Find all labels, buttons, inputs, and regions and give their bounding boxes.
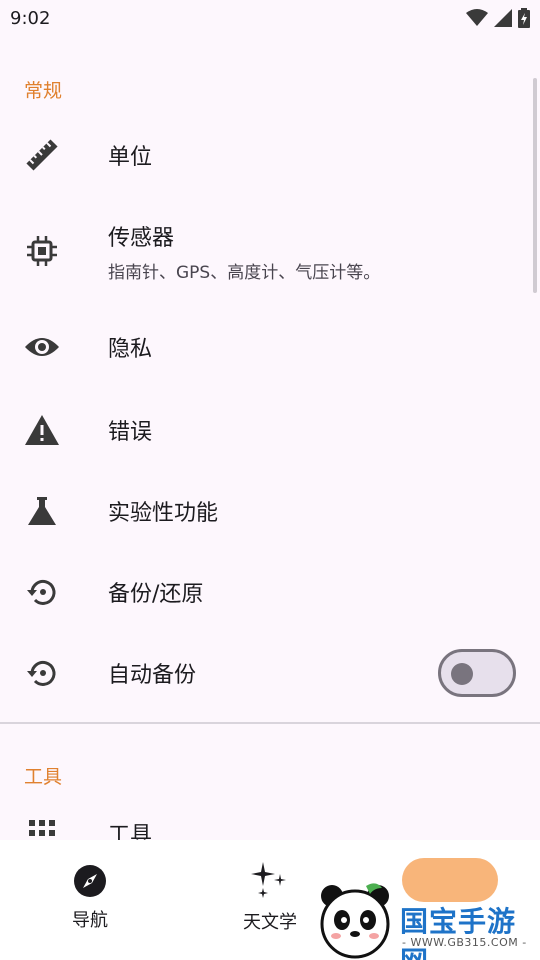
settings-list[interactable]: 常规 单位 传感器 指南针、GPS、高度计、气压计等。 隐私 错误 实验性功能 … bbox=[0, 36, 540, 840]
battery-icon bbox=[518, 8, 530, 28]
auto-backup-toggle[interactable] bbox=[438, 649, 516, 697]
nav-item-astronomy[interactable]: 天文学 bbox=[238, 840, 302, 934]
toggle-knob bbox=[451, 663, 473, 685]
nav-item-label: 天文学 bbox=[243, 912, 297, 933]
nav-item-navigation[interactable]: 导航 bbox=[60, 840, 120, 932]
settings-item-title: 错误 bbox=[108, 420, 153, 445]
ruler-icon bbox=[24, 137, 60, 173]
section-header-tools: 工具 bbox=[0, 724, 540, 808]
settings-item-units[interactable]: 单位 bbox=[0, 112, 540, 198]
cell-signal-icon bbox=[494, 9, 512, 27]
nav-item-label: 导航 bbox=[72, 910, 108, 931]
status-bar: 9:02 bbox=[0, 0, 540, 36]
settings-item-experimental[interactable]: 实验性功能 bbox=[0, 470, 540, 552]
restore-icon bbox=[24, 574, 60, 610]
scrollbar[interactable] bbox=[533, 78, 537, 293]
wifi-icon bbox=[466, 9, 488, 26]
watermark-url: - WWW.GB315.COM - bbox=[402, 936, 527, 949]
settings-item-sensors[interactable]: 传感器 指南针、GPS、高度计、气压计等。 bbox=[0, 198, 540, 304]
settings-item-privacy[interactable]: 隐私 bbox=[0, 304, 540, 390]
status-icons bbox=[466, 8, 530, 28]
watermark: 国宝手游网 - WWW.GB315.COM - bbox=[316, 882, 540, 960]
panda-logo bbox=[320, 883, 390, 959]
settings-item-backup-restore[interactable]: 备份/还原 bbox=[0, 552, 540, 632]
flask-icon bbox=[24, 493, 60, 529]
settings-item-title: 传感器 bbox=[108, 225, 175, 251]
settings-item-title: 工具 bbox=[108, 823, 153, 840]
settings-item-title: 隐私 bbox=[108, 337, 153, 362]
eye-icon bbox=[24, 329, 60, 365]
settings-item-auto-backup[interactable]: 自动备份 bbox=[0, 632, 540, 714]
status-time: 9:02 bbox=[10, 7, 51, 29]
settings-item-title: 实验性功能 bbox=[108, 501, 219, 526]
section-header-label: 工具 bbox=[24, 766, 63, 788]
sparkle-icon bbox=[251, 862, 286, 898]
settings-item-subtitle: 指南针、GPS、高度计、气压计等。 bbox=[108, 262, 381, 283]
settings-item-errors[interactable]: 错误 bbox=[0, 390, 540, 470]
grid-icon bbox=[24, 815, 60, 840]
watermark-text: 国宝手游网 bbox=[400, 905, 517, 960]
settings-item-title: 单位 bbox=[108, 145, 153, 170]
chip-icon bbox=[24, 233, 60, 269]
warning-icon bbox=[24, 412, 60, 448]
restore-icon bbox=[24, 655, 60, 691]
settings-item-title: 自动备份 bbox=[108, 663, 197, 688]
compass-icon bbox=[74, 865, 106, 897]
settings-item-tools[interactable]: 工具 bbox=[0, 808, 540, 840]
settings-item-title: 备份/还原 bbox=[108, 582, 204, 607]
section-header-label: 常规 bbox=[24, 80, 63, 102]
section-header-general: 常规 bbox=[0, 36, 540, 112]
